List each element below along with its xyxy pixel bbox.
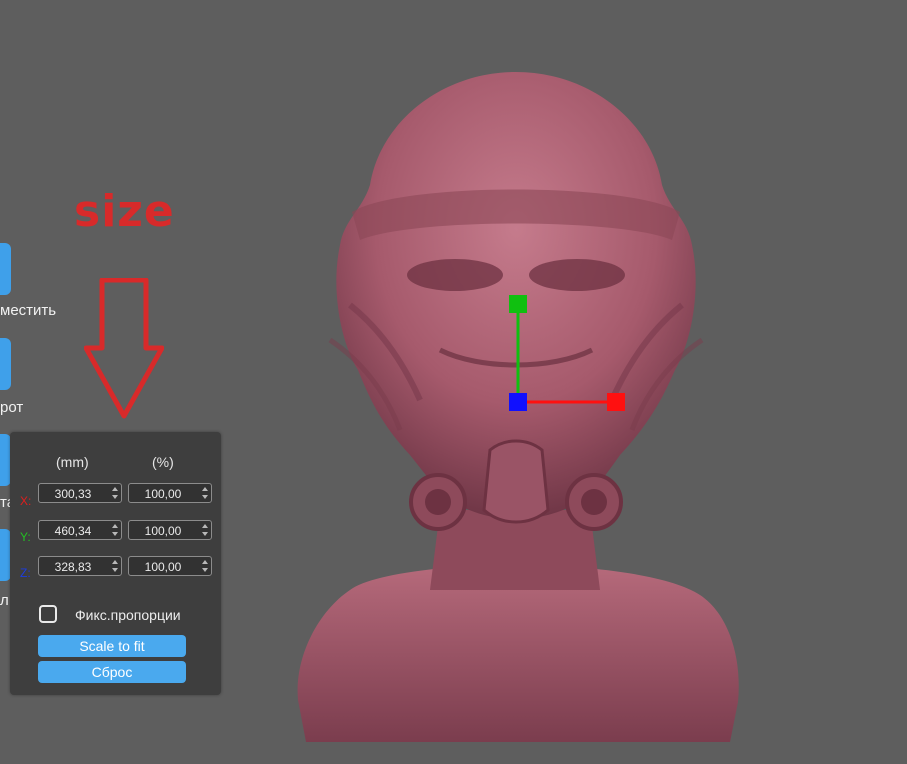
- percent-column-header: (%): [152, 454, 174, 470]
- y-percent-value: 100,00: [144, 524, 182, 538]
- mm-column-header: (mm): [56, 454, 89, 470]
- move-tool-button[interactable]: [0, 243, 11, 295]
- move-tool-label: местить: [0, 302, 57, 319]
- z-mm-input[interactable]: 328,83: [38, 556, 122, 576]
- z-mm-value: 328,83: [54, 560, 92, 574]
- x-mm-input[interactable]: 300,33: [38, 483, 122, 503]
- y-axis-label: Y:: [20, 530, 31, 544]
- y-percent-input[interactable]: 100,00: [128, 520, 212, 540]
- y-mm-value: 460,34: [54, 524, 92, 538]
- z-axis-label: Z:: [20, 566, 31, 580]
- x-percent-value: 100,00: [144, 487, 182, 501]
- x-percent-input[interactable]: 100,00: [128, 483, 212, 503]
- 3d-viewport[interactable]: местить рот та л size (mm) (%) X: 300,33…: [0, 0, 907, 764]
- x-axis-label: X:: [20, 494, 32, 508]
- x-mm-spin-icon[interactable]: [111, 487, 118, 499]
- y-percent-spin-icon[interactable]: [201, 524, 208, 536]
- z-mm-spin-icon[interactable]: [111, 560, 118, 572]
- y-mm-input[interactable]: 460,34: [38, 520, 122, 540]
- lock-proportions-label: Фикс.пропорции: [75, 607, 181, 623]
- annotation-text: size: [74, 186, 175, 237]
- transform-gizmo[interactable]: [500, 286, 630, 416]
- rotate-tool-button[interactable]: [0, 338, 11, 390]
- reset-button[interactable]: Сброс: [38, 661, 186, 683]
- z-percent-input[interactable]: 100,00: [128, 556, 212, 576]
- scale-to-fit-button[interactable]: Scale to fit: [38, 635, 186, 657]
- y-mm-spin-icon[interactable]: [111, 524, 118, 536]
- cut-tool-label: л: [0, 592, 9, 609]
- gizmo-y-handle[interactable]: [509, 295, 527, 313]
- gizmo-x-handle[interactable]: [607, 393, 625, 411]
- lock-proportions-checkbox[interactable]: [39, 605, 57, 623]
- z-percent-value: 100,00: [144, 560, 182, 574]
- gizmo-z-handle[interactable]: [509, 393, 527, 411]
- rotate-tool-label: рот: [0, 399, 24, 416]
- x-mm-value: 300,33: [54, 487, 92, 501]
- annotation-arrow-icon: [84, 278, 164, 419]
- x-percent-spin-icon[interactable]: [201, 487, 208, 499]
- scale-panel: (mm) (%) X: 300,33 100,00 Y: 460,34 100,…: [10, 432, 221, 695]
- z-percent-spin-icon[interactable]: [201, 560, 208, 572]
